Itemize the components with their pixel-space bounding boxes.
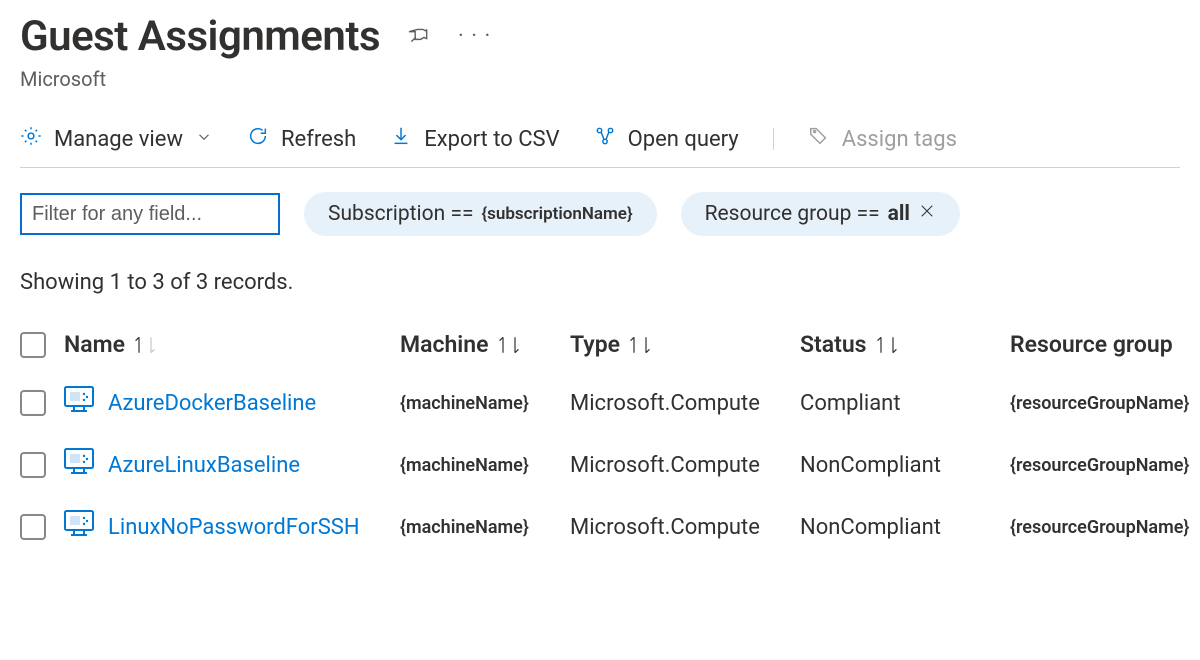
export-csv-button[interactable]: Export to CSV xyxy=(390,125,559,153)
column-header-machine[interactable]: Machine xyxy=(400,331,570,358)
row-checkbox[interactable] xyxy=(20,390,46,416)
cell-type: Microsoft.Compute xyxy=(570,391,800,416)
filter-bar: Subscription == {subscriptionName} Resou… xyxy=(20,192,1180,236)
cell-machine: {machineName} xyxy=(400,393,570,414)
column-header-type[interactable]: Type xyxy=(570,331,800,358)
cell-status: NonCompliant xyxy=(800,453,1010,478)
manage-view-button[interactable]: Manage view xyxy=(20,125,213,153)
filter-pill-rg-prefix: Resource group == xyxy=(705,202,880,226)
column-header-name-label: Name xyxy=(64,331,125,358)
sort-icon xyxy=(875,334,899,356)
monitor-icon xyxy=(64,510,94,544)
column-header-status[interactable]: Status xyxy=(800,331,1010,358)
row-checkbox[interactable] xyxy=(20,452,46,478)
assign-tags-button[interactable]: Assign tags xyxy=(808,125,957,153)
table-row: AzureLinuxBaseline {machineName} Microso… xyxy=(20,434,1180,496)
column-header-machine-label: Machine xyxy=(400,331,489,358)
monitor-icon xyxy=(64,448,94,482)
table-row: LinuxNoPasswordForSSH {machineName} Micr… xyxy=(20,496,1180,558)
chevron-down-icon xyxy=(195,127,213,152)
query-icon xyxy=(594,125,616,153)
cell-resource-group: {resourceGroupName} xyxy=(1010,517,1189,538)
open-query-label: Open query xyxy=(628,127,739,152)
cell-machine: {machineName} xyxy=(400,517,570,538)
cell-resource-group: {resourceGroupName} xyxy=(1010,455,1189,476)
filter-pill-resource-group[interactable]: Resource group == all xyxy=(681,192,960,236)
filter-pill-subscription-value: {subscriptionName} xyxy=(482,204,633,224)
pin-icon[interactable] xyxy=(406,21,432,52)
assignment-link[interactable]: LinuxNoPasswordForSSH xyxy=(108,515,360,540)
column-header-resource-group[interactable]: Resource group xyxy=(1010,331,1180,358)
close-icon[interactable] xyxy=(918,202,936,226)
results-table: Name Machine Type Status Resource group xyxy=(20,331,1180,558)
cell-type: Microsoft.Compute xyxy=(570,515,800,540)
filter-pill-rg-value: all xyxy=(888,202,910,226)
row-checkbox[interactable] xyxy=(20,514,46,540)
export-csv-label: Export to CSV xyxy=(424,127,559,152)
filter-pill-subscription[interactable]: Subscription == {subscriptionName} xyxy=(304,192,657,236)
toolbar-divider xyxy=(773,128,774,150)
refresh-icon xyxy=(247,125,269,153)
column-header-name[interactable]: Name xyxy=(64,331,400,358)
more-icon[interactable]: · · · xyxy=(458,24,491,49)
select-all-checkbox[interactable] xyxy=(20,332,46,358)
download-icon xyxy=(390,125,412,153)
toolbar: Manage view Refresh Export to CSV Open q… xyxy=(20,125,1180,168)
sort-icon xyxy=(133,334,157,356)
column-header-status-label: Status xyxy=(800,331,867,358)
breadcrumb: Microsoft xyxy=(20,67,1180,91)
cell-status: NonCompliant xyxy=(800,515,1010,540)
cell-resource-group: {resourceGroupName} xyxy=(1010,393,1189,414)
assignment-link[interactable]: AzureDockerBaseline xyxy=(108,391,316,416)
gear-icon xyxy=(20,125,42,153)
assignment-link[interactable]: AzureLinuxBaseline xyxy=(108,453,300,478)
page-title: Guest Assignments xyxy=(20,12,380,61)
cell-status: Compliant xyxy=(800,391,1010,416)
monitor-icon xyxy=(64,386,94,420)
table-header-row: Name Machine Type Status Resource group xyxy=(20,331,1180,372)
refresh-button[interactable]: Refresh xyxy=(247,125,356,153)
manage-view-label: Manage view xyxy=(54,127,183,152)
sort-icon xyxy=(628,334,652,356)
tag-icon xyxy=(808,125,830,153)
refresh-label: Refresh xyxy=(281,127,356,152)
records-count: Showing 1 to 3 of 3 records. xyxy=(20,270,1180,295)
filter-input[interactable] xyxy=(20,193,280,235)
cell-type: Microsoft.Compute xyxy=(570,453,800,478)
sort-icon xyxy=(497,334,521,356)
column-header-type-label: Type xyxy=(570,331,620,358)
table-row: AzureDockerBaseline {machineName} Micros… xyxy=(20,372,1180,434)
filter-pill-subscription-prefix: Subscription == xyxy=(328,202,474,226)
assign-tags-label: Assign tags xyxy=(842,127,957,152)
cell-machine: {machineName} xyxy=(400,455,570,476)
open-query-button[interactable]: Open query xyxy=(594,125,739,153)
column-header-rg-label: Resource group xyxy=(1010,331,1173,358)
